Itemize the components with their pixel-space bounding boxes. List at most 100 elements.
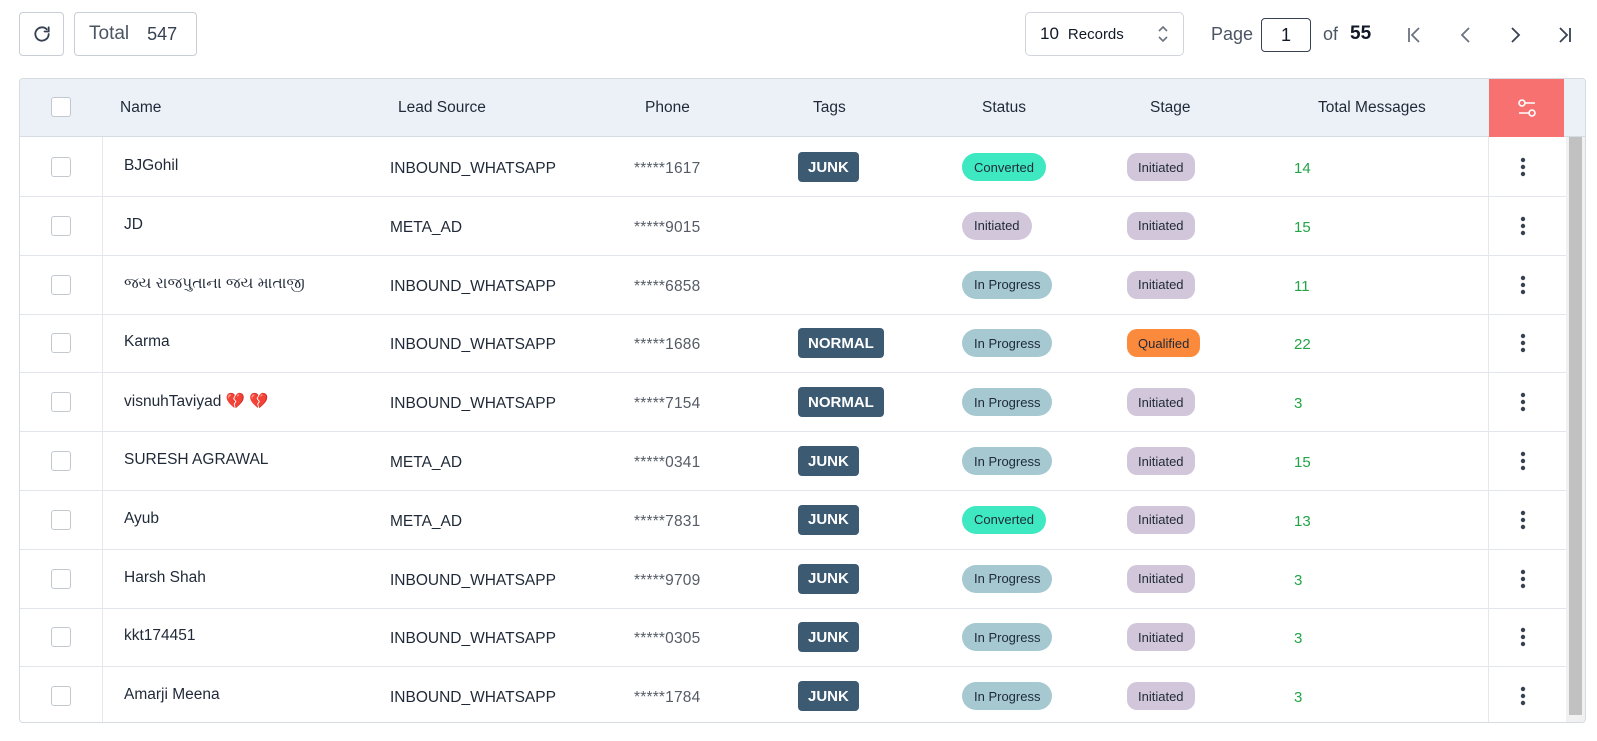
page-number-input[interactable] bbox=[1261, 18, 1311, 52]
row-checkbox[interactable] bbox=[51, 333, 71, 354]
prev-page-button[interactable] bbox=[1451, 20, 1481, 50]
column-header-name[interactable]: Name bbox=[120, 99, 161, 117]
lead-phone: *****1686 bbox=[634, 336, 701, 354]
status-badge: In Progress bbox=[962, 682, 1053, 711]
table-row[interactable]: Harsh Shah INBOUND_WHATSAPP *****9709 JUNK I… bbox=[20, 548, 1566, 609]
column-header-tags[interactable]: Tags bbox=[813, 99, 846, 117]
select-all-checkbox[interactable] bbox=[51, 97, 71, 117]
stage-badge: Initiated bbox=[1127, 270, 1195, 299]
more-vertical-icon bbox=[1520, 334, 1526, 353]
column-divider bbox=[1488, 313, 1489, 374]
row-checkbox[interactable] bbox=[51, 215, 71, 236]
vertical-scrollbar[interactable] bbox=[1566, 137, 1585, 722]
lead-source: META_AD bbox=[390, 218, 463, 236]
lead-phone: *****7831 bbox=[634, 512, 701, 530]
lead-source: META_AD bbox=[390, 454, 463, 471]
scrollbar-thumb[interactable] bbox=[1569, 137, 1582, 715]
row-actions-button[interactable] bbox=[1511, 329, 1535, 357]
lead-name[interactable]: JD bbox=[124, 216, 143, 234]
total-label: Total bbox=[89, 23, 130, 44]
total-messages: 3 bbox=[1294, 395, 1303, 413]
lead-source: INBOUND_WHATSAPP bbox=[390, 395, 556, 413]
column-header-status[interactable]: Status bbox=[982, 99, 1026, 117]
table-row[interactable]: Ayub META_AD *****7831 JUNK Converted Initiat… bbox=[20, 489, 1566, 550]
more-vertical-icon bbox=[1520, 392, 1526, 412]
row-actions-button[interactable] bbox=[1511, 506, 1535, 534]
column-divider bbox=[1488, 548, 1489, 609]
row-checkbox[interactable] bbox=[51, 627, 71, 648]
status-badge: In Progress bbox=[962, 564, 1053, 593]
column-header-lead-source[interactable]: Lead Source bbox=[398, 99, 486, 117]
lead-source: INBOUND_WHATSAPP bbox=[390, 689, 556, 707]
tag-badge: NORMAL bbox=[798, 387, 884, 418]
total-messages: 13 bbox=[1294, 512, 1311, 530]
row-actions-button[interactable] bbox=[1511, 682, 1535, 710]
stage-badge: Initiated bbox=[1127, 682, 1195, 711]
lead-source: INBOUND_WHATSAPP bbox=[390, 277, 556, 295]
lead-name[interactable]: Ayub bbox=[124, 510, 159, 528]
total-messages: 15 bbox=[1294, 454, 1311, 471]
lead-phone: *****0341 bbox=[634, 454, 701, 471]
row-checkbox[interactable] bbox=[51, 509, 71, 530]
lead-phone: *****6858 bbox=[634, 277, 701, 295]
total-messages: 3 bbox=[1294, 630, 1303, 648]
total-messages: 3 bbox=[1294, 571, 1303, 589]
table-row[interactable]: જય રાજપુતાના જય માતાજી INBOUND_WHATSAPP **… bbox=[20, 254, 1566, 315]
status-badge: In Progress bbox=[962, 447, 1053, 475]
column-divider bbox=[1488, 431, 1489, 491]
row-actions-button[interactable] bbox=[1511, 565, 1535, 593]
tag-badge: JUNK bbox=[798, 563, 859, 594]
table-row[interactable]: BJGohil INBOUND_WHATSAPP *****1617 JUNK Conv… bbox=[20, 137, 1566, 197]
lead-name[interactable]: visnuhTaviyad 💔 💔 bbox=[124, 392, 269, 411]
next-page-button[interactable] bbox=[1500, 20, 1530, 50]
more-vertical-icon bbox=[1520, 451, 1526, 471]
row-actions-button[interactable] bbox=[1511, 388, 1535, 416]
row-actions-button[interactable] bbox=[1511, 623, 1535, 651]
row-checkbox[interactable] bbox=[51, 392, 71, 413]
row-checkbox[interactable] bbox=[51, 274, 71, 295]
row-actions-button[interactable] bbox=[1511, 447, 1535, 475]
chevron-updown-icon bbox=[1158, 25, 1168, 43]
table-row[interactable]: JD META_AD *****9015 Initiated Initiated 15 bbox=[20, 195, 1566, 256]
column-header-phone[interactable]: Phone bbox=[645, 99, 690, 117]
row-actions-button[interactable] bbox=[1511, 153, 1535, 181]
total-count-box: Total 547 bbox=[74, 12, 197, 56]
checkbox-column-divider bbox=[102, 137, 103, 722]
lead-source: META_AD bbox=[390, 512, 463, 530]
lead-name[interactable]: kkt174451 bbox=[124, 627, 196, 645]
row-actions-button[interactable] bbox=[1511, 271, 1535, 299]
more-vertical-icon bbox=[1520, 510, 1526, 529]
stage-badge: Initiated bbox=[1127, 388, 1195, 417]
lead-name[interactable]: SURESH AGRAWAL bbox=[124, 451, 268, 469]
table-row[interactable]: SURESH AGRAWAL META_AD *****0341 JUNK In Pro… bbox=[20, 431, 1566, 491]
table-row[interactable]: Amarji Meena INBOUND_WHATSAPP *****1784 JUN… bbox=[20, 666, 1566, 722]
stage-badge: Initiated bbox=[1127, 623, 1195, 652]
column-divider bbox=[1488, 489, 1489, 550]
row-checkbox[interactable] bbox=[51, 686, 71, 707]
lead-name[interactable]: BJGohil bbox=[124, 157, 178, 175]
row-checkbox[interactable] bbox=[51, 451, 71, 471]
last-page-button[interactable] bbox=[1549, 20, 1579, 50]
first-page-button[interactable] bbox=[1400, 20, 1430, 50]
tag-badge: JUNK bbox=[798, 152, 859, 182]
column-header-total-messages[interactable]: Total Messages bbox=[1318, 99, 1426, 117]
lead-name[interactable]: Amarji Meena bbox=[124, 686, 220, 704]
lead-name[interactable]: જય રાજપુતાના જય માતાજી bbox=[124, 275, 305, 293]
page-label: Page bbox=[1211, 24, 1254, 44]
lead-phone: *****9015 bbox=[634, 218, 701, 236]
lead-source: INBOUND_WHATSAPP bbox=[390, 571, 556, 589]
row-checkbox[interactable] bbox=[51, 568, 71, 589]
row-actions-button[interactable] bbox=[1511, 212, 1535, 240]
total-messages: 14 bbox=[1294, 160, 1311, 177]
table-row[interactable]: kkt174451 INBOUND_WHATSAPP *****0305 JUNK In… bbox=[20, 607, 1566, 668]
column-settings-button[interactable] bbox=[1489, 79, 1564, 137]
table-row[interactable]: visnuhTaviyad 💔 💔 INBOUND_WHATSAPP *****71… bbox=[20, 372, 1566, 433]
row-checkbox[interactable] bbox=[51, 157, 71, 177]
table-row[interactable]: Karma INBOUND_WHATSAPP *****1686 NORMAL In P… bbox=[20, 313, 1566, 374]
column-header-stage[interactable]: Stage bbox=[1150, 99, 1191, 117]
lead-name[interactable]: Harsh Shah bbox=[124, 569, 206, 587]
records-per-page-select[interactable]: 10 Records bbox=[1025, 12, 1184, 56]
refresh-button[interactable] bbox=[19, 12, 64, 56]
tag-badge: JUNK bbox=[798, 446, 859, 476]
lead-name[interactable]: Karma bbox=[124, 333, 170, 351]
